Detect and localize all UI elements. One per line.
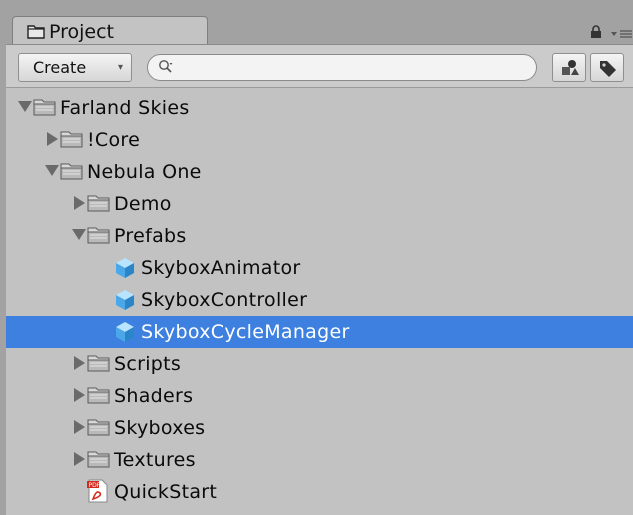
folder-icon [27, 23, 45, 43]
folder-icon [87, 449, 111, 473]
tree-item-label: !Core [87, 129, 141, 151]
foldout-collapsed-icon[interactable] [74, 356, 85, 370]
filter-by-type-icon [562, 60, 579, 75]
tree-row[interactable]: Scripts [6, 348, 633, 380]
folder-icon [87, 193, 111, 217]
foldout-expanded-icon[interactable] [18, 101, 32, 112]
folder-icon [87, 225, 111, 249]
project-toolbar: Create ▾ [6, 44, 633, 88]
tree-item-label: SkyboxController [141, 289, 308, 311]
folder-icon [33, 97, 57, 121]
search-field[interactable] [147, 54, 537, 81]
folder-icon [60, 129, 84, 153]
tree-item-label: SkyboxCycleManager [141, 321, 350, 343]
search-input[interactable] [178, 57, 522, 79]
chevron-down-icon: ▾ [117, 62, 123, 73]
prefab-icon [114, 321, 136, 347]
tree-row[interactable]: Skyboxes [6, 412, 633, 444]
folder-icon [87, 385, 111, 409]
tree-item-label: Demo [114, 193, 172, 215]
tab-label: Project [49, 21, 115, 43]
tree-row[interactable]: Prefabs [6, 220, 633, 252]
foldout-collapsed-icon[interactable] [47, 132, 58, 146]
foldout-collapsed-icon[interactable] [74, 388, 85, 402]
tab-project[interactable]: Project [12, 16, 208, 46]
tree-item-label: Scripts [114, 353, 182, 375]
tree-row[interactable]: SkyboxController [6, 284, 633, 316]
panel-menu-icon[interactable] [610, 25, 632, 44]
tree-row[interactable]: Demo [6, 188, 633, 220]
tree-item-label: SkyboxAnimator [141, 257, 301, 279]
tree-row[interactable]: Nebula One [6, 156, 633, 188]
foldout-collapsed-icon[interactable] [74, 452, 85, 466]
tree-row[interactable]: !Core [6, 124, 633, 156]
prefab-icon [114, 257, 136, 283]
create-label: Create [33, 58, 87, 77]
svg-text:PDF: PDF [89, 482, 101, 489]
folder-icon [60, 161, 84, 185]
foldout-expanded-icon[interactable] [45, 165, 59, 176]
folder-icon [87, 417, 111, 441]
tree-item-label: Shaders [114, 385, 194, 407]
tree-item-label: Skyboxes [114, 417, 206, 439]
tree-row[interactable]: SkyboxAnimator [6, 252, 633, 284]
tree-row[interactable]: Textures [6, 444, 633, 476]
tree-item-label: Nebula One [87, 161, 202, 183]
foldout-collapsed-icon[interactable] [74, 196, 85, 210]
tree-item-label: Farland Skies [60, 97, 190, 119]
search-icon [158, 59, 174, 79]
pdf-icon: PDF [87, 479, 109, 507]
create-button[interactable]: Create ▾ [18, 53, 132, 82]
tree-row[interactable]: PDF QuickStart [6, 476, 633, 508]
project-window: Project Create ▾ Farland Skies !Core Neb… [6, 0, 633, 515]
tree-item-label: Prefabs [114, 225, 187, 247]
tag-icon [600, 61, 616, 77]
search-by-label-button[interactable] [590, 53, 624, 82]
lock-icon[interactable] [590, 24, 602, 43]
tree-row[interactable]: Farland Skies [6, 92, 633, 124]
tree-item-label: Textures [114, 449, 196, 471]
tab-strip: Project [6, 0, 633, 46]
prefab-icon [114, 289, 136, 315]
foldout-collapsed-icon[interactable] [74, 420, 85, 434]
tree-row[interactable]: SkyboxCycleManager [6, 316, 633, 348]
folder-icon [87, 353, 111, 377]
tree-row[interactable]: Shaders [6, 380, 633, 412]
project-tree: Farland Skies !Core Nebula One Demo Prefabs S… [6, 88, 633, 515]
tree-item-label: QuickStart [114, 481, 218, 503]
foldout-expanded-icon[interactable] [72, 229, 86, 240]
search-by-type-button[interactable] [552, 53, 586, 82]
